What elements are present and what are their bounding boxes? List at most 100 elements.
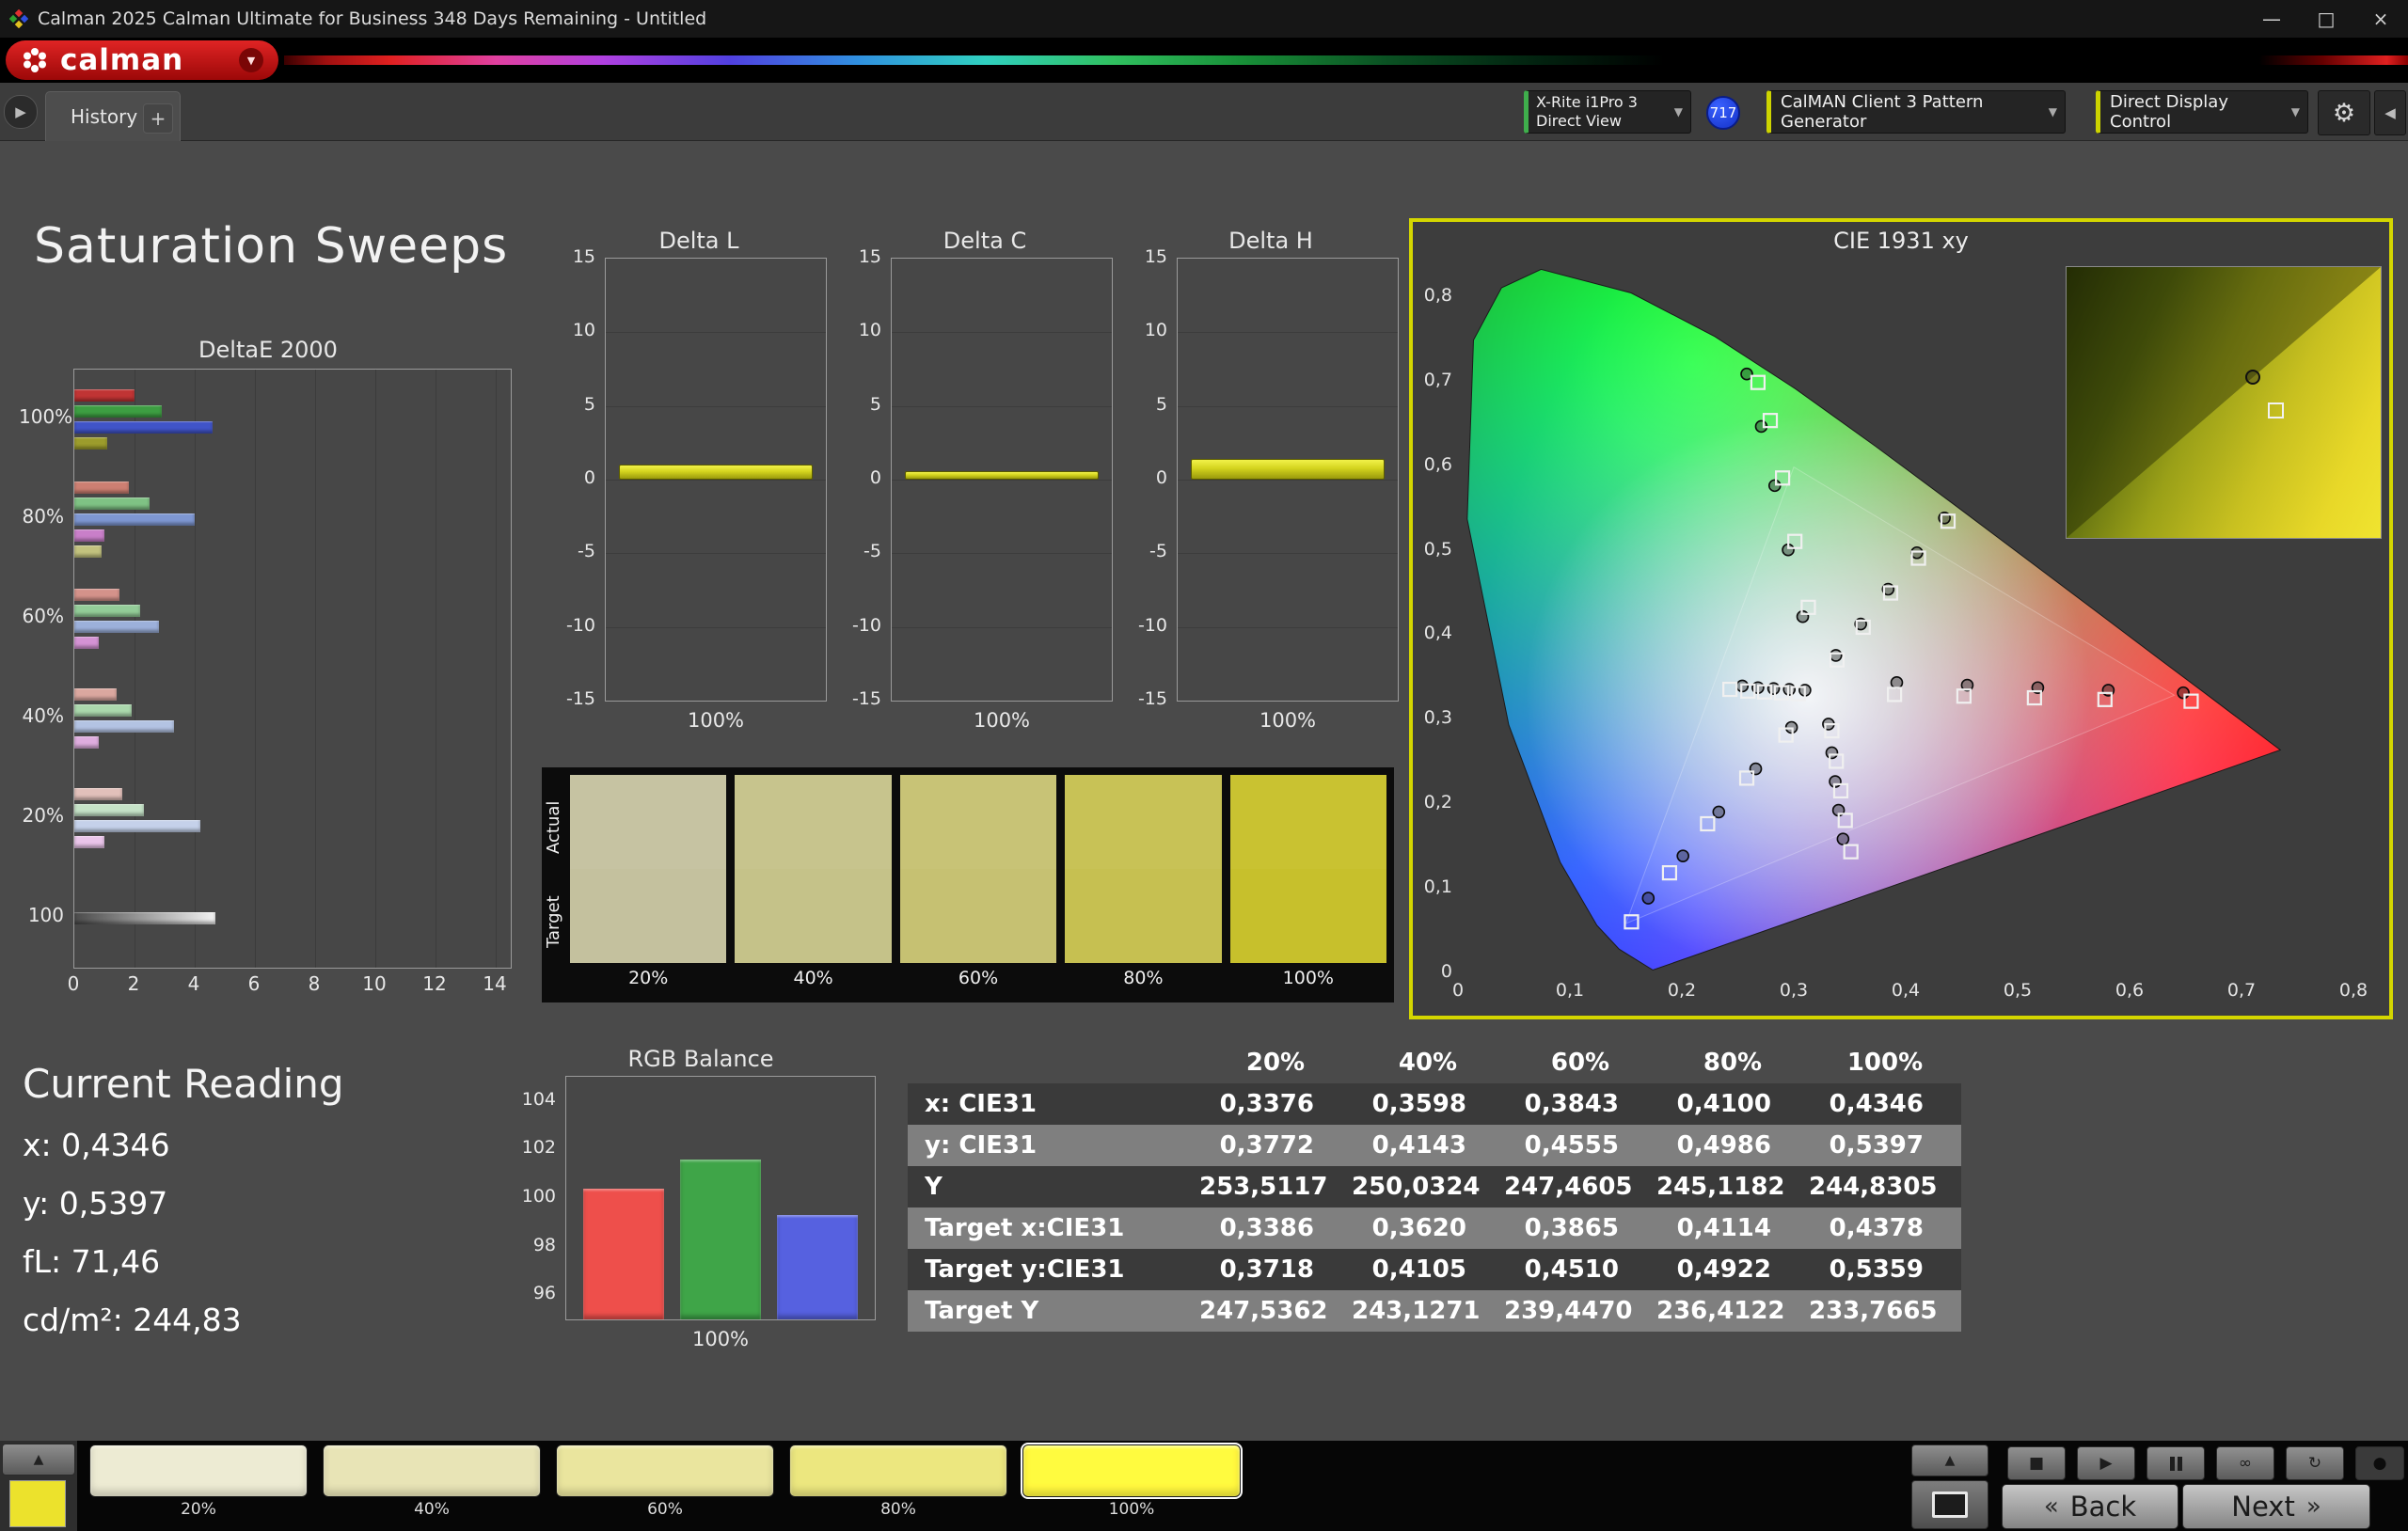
gridline — [1178, 627, 1398, 628]
loop-button[interactable]: ↻ — [2286, 1446, 2344, 1480]
swatch-column: 20% — [570, 775, 727, 999]
y-tick-label: 102 — [521, 1137, 556, 1158]
calman-logo[interactable]: calman ▼ — [6, 40, 278, 80]
maximize-icon[interactable]: □ — [2299, 0, 2353, 38]
measured-point — [2177, 686, 2190, 700]
expand-controls-button[interactable]: ▲ — [1911, 1444, 1988, 1476]
row-label: Target y:CIE31 — [908, 1249, 1199, 1290]
table-value: 0,4143 — [1352, 1125, 1504, 1166]
y-axis-labels: 15 10 5 0 -5 -10 -15 — [558, 246, 601, 709]
y-tick-label: 0,6 — [1423, 454, 1452, 475]
swatch-column: 80% — [1065, 775, 1222, 999]
pattern-generator-dropdown[interactable]: CalMAN Client 3 Pattern Generator ▼ — [1766, 90, 2066, 134]
deltae-2000-chart: DeltaE 2000 100% 80% 60% 40% 20% 100 0 2 4 6 8 10 1… — [19, 337, 517, 1001]
x-tick-label: 14 — [483, 972, 507, 995]
deltae-bar — [74, 820, 200, 832]
meter-line1: X-Rite i1Pro 3 — [1536, 93, 1638, 111]
record-indicator[interactable]: ● — [2355, 1446, 2404, 1480]
pause-button[interactable] — [2147, 1446, 2205, 1480]
gridline — [496, 370, 497, 968]
actual-target-swatch-strip: Actual Target 20% 40% 60% 80% 100% — [542, 767, 1394, 1002]
table-value: 0,5359 — [1809, 1249, 1961, 1290]
pattern-swatch-button[interactable]: 40% — [323, 1444, 541, 1522]
minimize-icon[interactable]: — — [2244, 0, 2299, 38]
add-tab-button[interactable]: + — [143, 103, 173, 134]
measured-point — [1890, 676, 1904, 689]
meter-status-badge[interactable]: 717 — [1706, 96, 1740, 130]
display-preview-button[interactable] — [1911, 1480, 1988, 1529]
pattern-swatch-button[interactable]: 100% — [1021, 1443, 1243, 1522]
back-button[interactable]: « Back — [2002, 1484, 2178, 1529]
plot-area — [1177, 258, 1399, 702]
collapse-panel-button[interactable]: ◀ — [2374, 90, 2406, 135]
column-header: 80% — [1703, 1049, 1763, 1077]
measurement-table: 20% 40% 60% 80% 100% x: CIE31 0,3376 0,3598 0,38… — [908, 1042, 1961, 1332]
deltae-bar — [74, 621, 159, 633]
table-value: 247,4605 — [1504, 1166, 1656, 1207]
pattern-swatch — [89, 1444, 308, 1497]
toolbar: ▶ History 1 + X-Rite i1Pro 3 Direct View… — [0, 83, 2408, 141]
collapse-icon: ◀ — [2384, 104, 2396, 121]
play-button[interactable]: ▶ — [2077, 1446, 2135, 1480]
expand-icon: ▶ — [15, 103, 26, 120]
deltae-bar — [74, 389, 135, 402]
close-icon[interactable]: × — [2353, 0, 2408, 38]
delta-l-chart: Delta L 15 10 5 0 -5 -10 -15 100% — [558, 228, 840, 754]
gridline — [606, 627, 826, 628]
pattern-swatch-button[interactable]: 60% — [556, 1444, 774, 1522]
link-button[interactable]: ∞ — [2216, 1446, 2274, 1480]
chevron-down-icon: ▼ — [2048, 105, 2057, 118]
table-value: 0,4114 — [1656, 1207, 1809, 1249]
delta-value-bar — [1191, 459, 1385, 480]
display-control-dropdown[interactable]: Direct Display Control ▼ — [2096, 90, 2308, 134]
gridline — [606, 332, 826, 333]
gridline — [606, 406, 826, 407]
target-swatch — [735, 869, 892, 963]
gridline — [1178, 406, 1398, 407]
y-tick-label: 15 — [572, 246, 595, 267]
pattern-swatch — [789, 1444, 1007, 1497]
table-value: 0,4105 — [1352, 1249, 1504, 1290]
y-tick-label: 98 — [532, 1235, 556, 1255]
plot-area — [73, 369, 512, 969]
expand-panel-button[interactable]: ▶ — [4, 95, 38, 129]
settings-button[interactable]: ⚙ — [2318, 90, 2370, 135]
logo-bar: calman ▼ — [0, 38, 2408, 83]
actual-swatch — [899, 775, 1057, 869]
y-tick-label: 0,5 — [1423, 539, 1452, 560]
y-tick-label: 100% — [19, 405, 73, 428]
target-swatch — [1229, 869, 1387, 963]
swatch-column: 40% — [735, 775, 892, 999]
x-tick-label: 12 — [422, 972, 447, 995]
row-label: x: CIE31 — [908, 1083, 1199, 1125]
plot-area — [891, 258, 1113, 702]
gridline — [606, 480, 826, 481]
deltae-bar — [74, 529, 104, 542]
y-tick-label: -5 — [578, 541, 595, 561]
x-axis-labels: 0 2 4 6 8 10 12 14 — [68, 972, 512, 999]
pattern-swatch-button[interactable]: 20% — [89, 1444, 308, 1522]
y-tick-label: 100 — [521, 1186, 556, 1207]
table-value: 0,4510 — [1504, 1249, 1656, 1290]
actual-row-label: Actual — [544, 800, 563, 855]
deltae-bar — [74, 421, 213, 434]
deltae-bar — [74, 912, 215, 924]
meter-line2: Direct View — [1536, 112, 1622, 130]
swatch-label: 40% — [793, 968, 833, 988]
logo-dropdown-icon[interactable]: ▼ — [239, 48, 263, 72]
meter-dropdown[interactable]: X-Rite i1Pro 3 Direct View ▼ — [1524, 90, 1691, 134]
pattern-generator-label: CalMAN Client 3 Pattern Generator — [1781, 92, 1984, 132]
table-value: 253,5117 — [1199, 1166, 1352, 1207]
stop-button[interactable]: ■ — [2007, 1446, 2066, 1480]
row-label: Y — [908, 1166, 1199, 1207]
measured-point-icon — [2245, 370, 2261, 386]
expand-up-button[interactable]: ▲ — [2, 1444, 75, 1476]
gridline — [315, 370, 316, 968]
table-value: 233,7665 — [1809, 1290, 1961, 1332]
next-button[interactable]: Next » — [2182, 1484, 2370, 1529]
pattern-swatch-label: 100% — [1108, 1500, 1155, 1519]
measured-point — [1825, 746, 1839, 760]
chart-title: Delta L — [658, 228, 739, 254]
pattern-swatch-button[interactable]: 80% — [789, 1444, 1007, 1522]
pattern-swatch-label: 80% — [880, 1500, 916, 1519]
